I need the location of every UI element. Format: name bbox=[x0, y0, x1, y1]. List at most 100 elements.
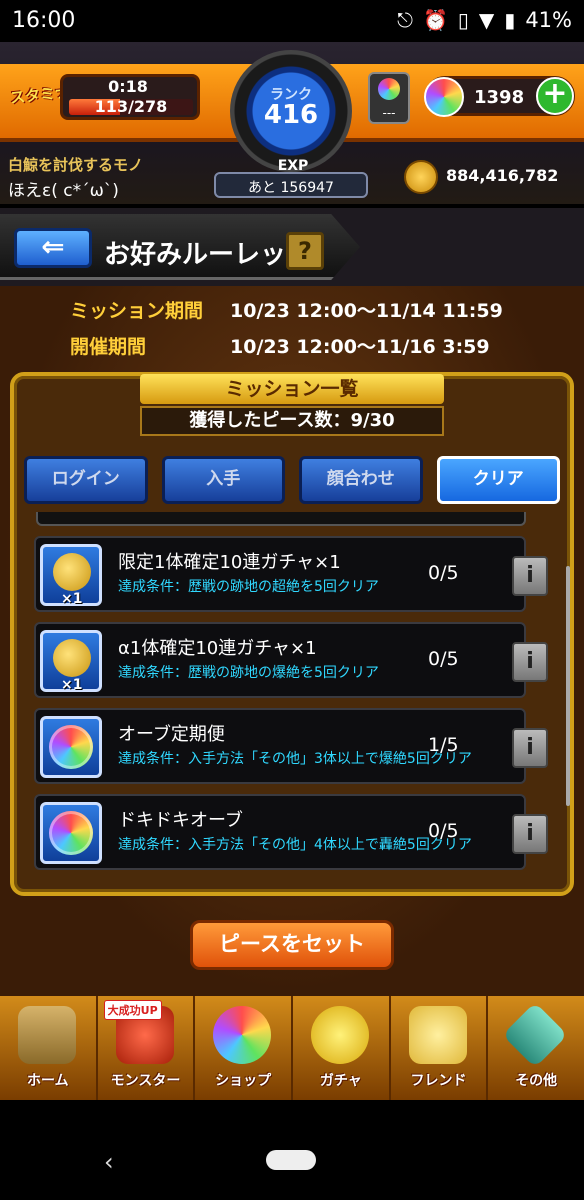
reward-qty: ×1 bbox=[61, 591, 83, 607]
vibrate-icon: ▯ bbox=[457, 8, 469, 32]
friend-icon bbox=[408, 1006, 467, 1064]
home-pill[interactable] bbox=[266, 1150, 316, 1170]
battery-percent: 41% bbox=[525, 8, 572, 32]
period-label: ミッション期間 bbox=[70, 300, 204, 322]
wifi-icon: ▼ bbox=[478, 8, 495, 32]
mission-list-heading: ミッション一覧 bbox=[140, 374, 444, 404]
back-icon[interactable]: ‹ bbox=[104, 1148, 114, 1176]
nav-friend[interactable]: フレンド bbox=[391, 996, 489, 1100]
rank-badge[interactable]: ランク 416 bbox=[230, 50, 352, 172]
gem-count: 1398 bbox=[474, 87, 525, 108]
mission-tabs: ログイン 入手 顔合わせ クリア bbox=[24, 456, 560, 506]
alarm-icon: ⏰ bbox=[422, 8, 448, 32]
battery-icon: ▮ bbox=[504, 8, 516, 32]
list-item bbox=[36, 512, 526, 526]
nav-label: フレンド bbox=[410, 1073, 467, 1089]
status-icons: ⎋ ⏰ ▯ ▼ ▮ 41% bbox=[397, 8, 572, 32]
reward-thumb bbox=[40, 802, 102, 864]
dragon-icon bbox=[53, 639, 91, 677]
nav-gacha[interactable]: ガチャ bbox=[293, 996, 391, 1100]
mission-condition: 達成条件：歴戦の跡地の超絶を5回クリア bbox=[118, 579, 379, 595]
list-item: オーブ定期便 達成条件：入手方法「その他」3体以上で爆絶5回クリア 1/5 bbox=[34, 708, 526, 784]
coin-count: 884,416,782 bbox=[446, 166, 559, 185]
mission-name: α1体確定10連ガチャ×1 bbox=[118, 638, 317, 659]
tab-login[interactable]: ログイン bbox=[24, 456, 148, 504]
nav-shop[interactable]: ショップ bbox=[195, 996, 294, 1100]
info-button[interactable]: i bbox=[512, 814, 548, 854]
dragon-icon bbox=[53, 553, 91, 591]
player-name: ほえε( c*´ω`) bbox=[8, 181, 119, 201]
exp-remaining: あと 156947 bbox=[248, 180, 334, 196]
orb-slot[interactable]: --- bbox=[368, 72, 410, 124]
mission-progress: 0/5 bbox=[428, 562, 459, 584]
mission-progress: 0/5 bbox=[428, 648, 459, 670]
nav-label: その他 bbox=[515, 1073, 558, 1089]
nav-label: ショップ bbox=[215, 1073, 272, 1089]
buy-gems-button[interactable]: + bbox=[536, 77, 574, 115]
nav-label: ガチャ bbox=[319, 1073, 362, 1089]
mission-progress: 0/5 bbox=[428, 820, 459, 842]
system-nav-bar: ‹ bbox=[0, 1100, 584, 1200]
nav-label: モンスター bbox=[110, 1073, 181, 1089]
gem-counter: 1398 + bbox=[424, 76, 575, 117]
period-value: 10/23 12:00～11/16 3:59 bbox=[230, 336, 490, 358]
mission-condition: 達成条件：入手方法「その他」3体以上で爆絶5回クリア bbox=[118, 751, 472, 767]
reward-thumb bbox=[40, 716, 102, 778]
list-item: ×1 α1体確定10連ガチャ×1 達成条件：歴戦の跡地の爆絶を5回クリア 0/5 bbox=[34, 622, 526, 698]
game-header: スタミナ 0:18 113/278 ランク 416 EXP あと 156947 … bbox=[0, 42, 584, 204]
info-button[interactable]: i bbox=[512, 642, 548, 682]
tab-meet[interactable]: 顔合わせ bbox=[299, 456, 423, 504]
info-button[interactable]: i bbox=[512, 728, 548, 768]
reward-thumb: ×1 bbox=[40, 630, 102, 693]
reward-thumb: ×1 bbox=[40, 544, 102, 607]
orb-icon bbox=[49, 811, 93, 855]
mission-name: ドキドキオーブ bbox=[118, 810, 243, 831]
mission-list[interactable]: ×1 限定1体確定10連ガチャ×1 達成条件：歴戦の跡地の超絶を5回クリア 0/… bbox=[26, 512, 548, 872]
reward-qty: ×1 bbox=[61, 677, 83, 693]
promo-badge: 大成功UP bbox=[103, 1000, 162, 1020]
mission-condition: 達成条件：入手方法「その他」4体以上で轟絶5回クリア bbox=[118, 837, 472, 853]
exp-box: EXP あと 156947 bbox=[214, 158, 368, 198]
list-scrollbar[interactable] bbox=[566, 566, 570, 806]
mission-progress: 1/5 bbox=[428, 734, 459, 756]
orb-slot-value: --- bbox=[382, 106, 396, 120]
home-icon bbox=[18, 1006, 76, 1064]
back-button[interactable]: ⇐ bbox=[14, 228, 92, 268]
gem-icon bbox=[424, 77, 464, 117]
orb-icon bbox=[213, 1006, 272, 1064]
set-pieces-button[interactable]: ピースをセット bbox=[190, 920, 394, 970]
bottom-nav: ホーム 大成功UP モンスター ショップ ガチャ フレンド その他 bbox=[0, 996, 584, 1100]
exp-label: EXP bbox=[277, 158, 309, 174]
nav-label: ホーム bbox=[27, 1073, 69, 1089]
nfc-icon: ⎋ bbox=[397, 8, 413, 32]
rank-value: 416 bbox=[263, 100, 319, 130]
list-item: ドキドキオーブ 達成条件：入手方法「その他」4体以上で轟絶5回クリア 0/5 bbox=[34, 794, 526, 870]
nav-home[interactable]: ホーム bbox=[0, 996, 98, 1100]
orb-icon bbox=[378, 78, 400, 100]
status-bar: 16:00 ⎋ ⏰ ▯ ▼ ▮ 41% bbox=[0, 0, 584, 42]
page-title: お好みルーレット bbox=[104, 240, 313, 270]
nav-other[interactable]: その他 bbox=[488, 996, 584, 1100]
stamina-value: 113/278 bbox=[94, 97, 168, 116]
pieces-count: 獲得したピース数：9/30 bbox=[140, 406, 444, 436]
event-period-row: 開催期間 10/23 12:00～11/16 3:59 bbox=[70, 332, 490, 359]
tab-clear[interactable]: クリア bbox=[436, 456, 560, 504]
orb-icon bbox=[49, 725, 93, 769]
gacha-icon bbox=[311, 1006, 370, 1064]
help-button[interactable]: ? bbox=[286, 232, 324, 270]
mission-name: オーブ定期便 bbox=[118, 724, 225, 745]
info-button[interactable]: i bbox=[512, 556, 548, 596]
tab-obtain[interactable]: 入手 bbox=[161, 456, 285, 504]
stamina-timer: 0:18 bbox=[108, 77, 148, 96]
nav-monster[interactable]: 大成功UP モンスター bbox=[98, 996, 196, 1100]
title-bar: ⇐ お好みルーレット ? bbox=[0, 208, 584, 286]
period-label: 開催期間 bbox=[70, 336, 147, 358]
other-icon bbox=[502, 1002, 569, 1068]
mission-name: 限定1体確定10連ガチャ×1 bbox=[118, 552, 341, 573]
coin-icon bbox=[404, 160, 438, 194]
period-value: 10/23 12:00～11/14 11:59 bbox=[230, 300, 503, 322]
stamina-meter[interactable]: 0:18 113/278 bbox=[60, 74, 200, 120]
mission-condition: 達成条件：歴戦の跡地の爆絶を5回クリア bbox=[118, 665, 379, 681]
status-time: 16:00 bbox=[12, 8, 76, 33]
player-title: 白鯨を討伐するモノ bbox=[8, 156, 144, 174]
